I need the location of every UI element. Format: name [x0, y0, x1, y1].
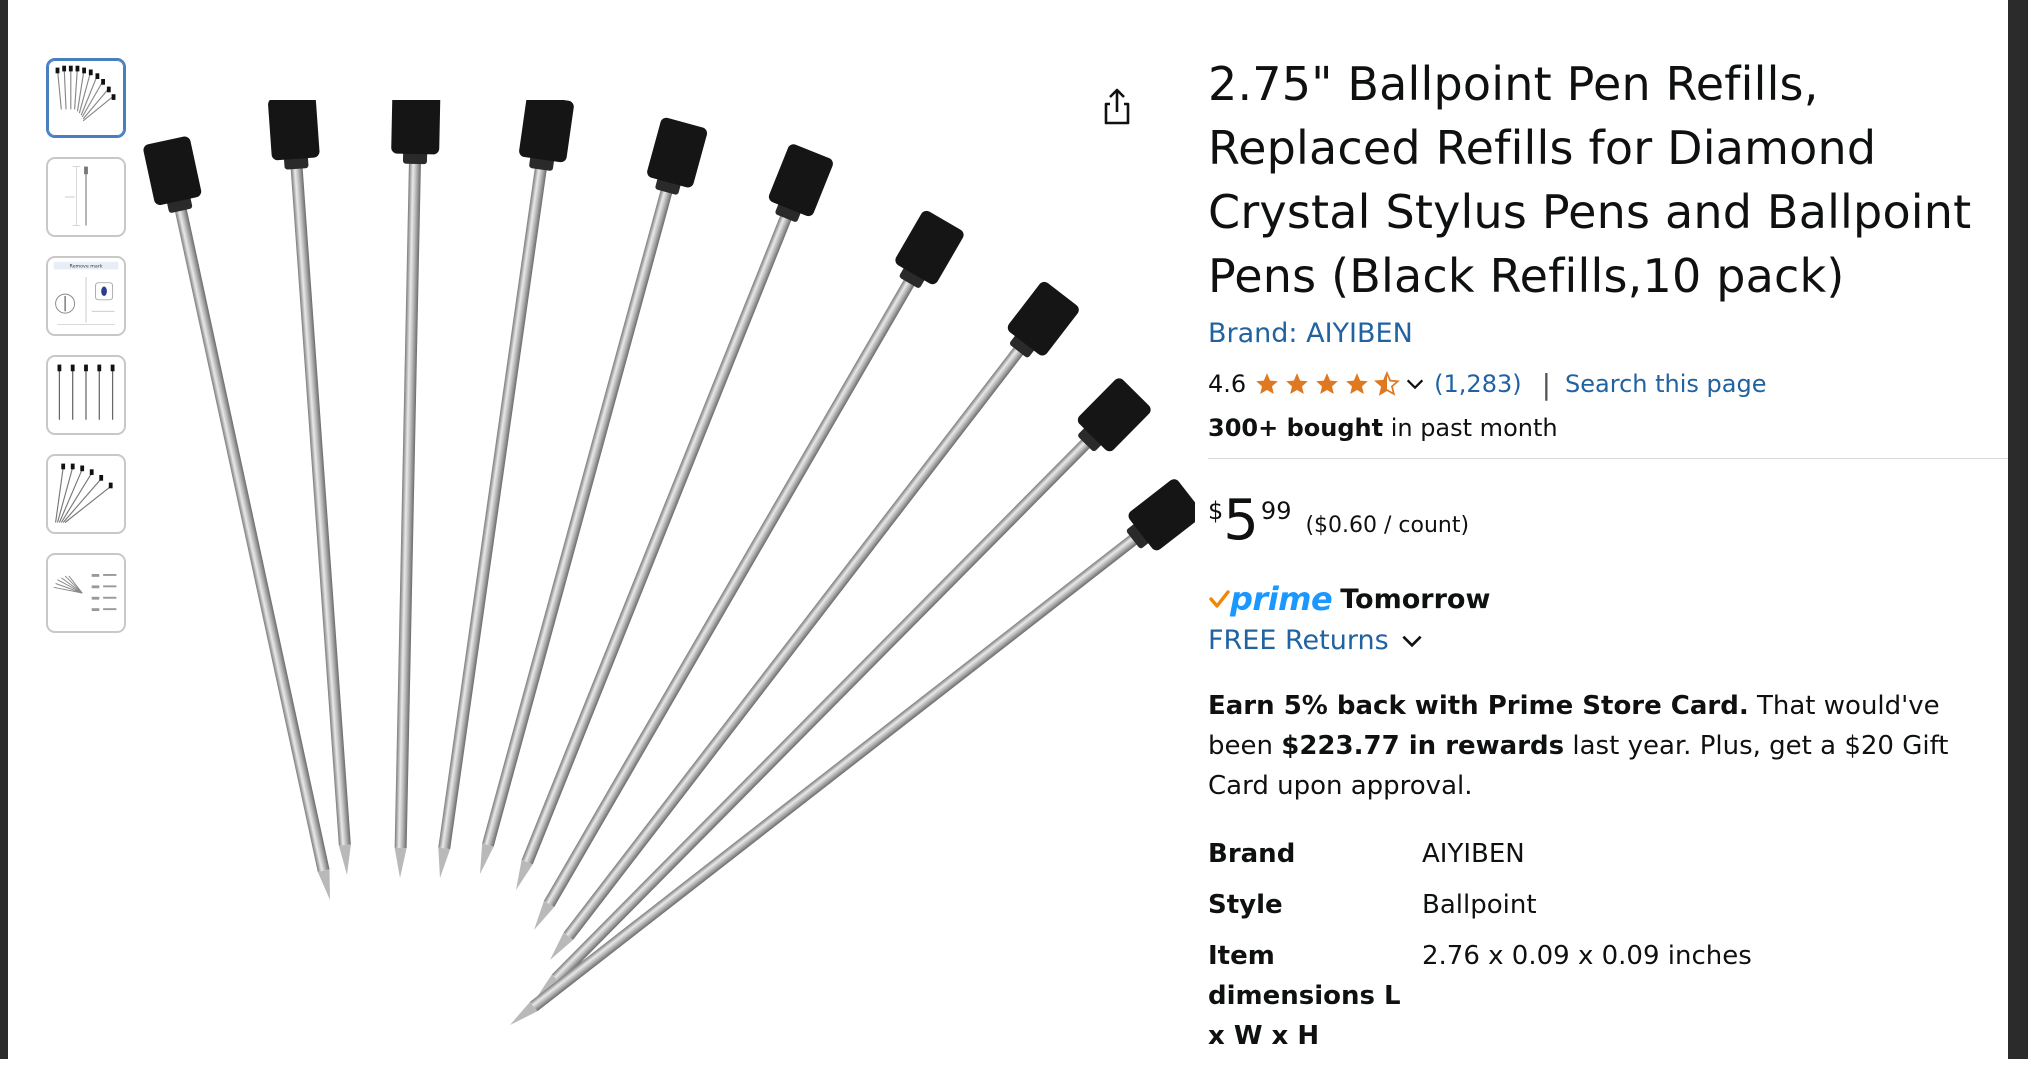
star-icon	[1286, 373, 1309, 394]
thumbnail-fan-image-2	[55, 463, 113, 523]
image-thumbnail-list: Remove mark	[46, 58, 130, 652]
price-fraction: 99	[1260, 497, 1292, 525]
product-main-image[interactable]	[135, 100, 1195, 1045]
refill-tip	[533, 901, 555, 931]
product-specs-table: Brand AIYIBEN Style Ballpoint Item dimen…	[1208, 834, 1752, 1067]
star-icon	[1346, 373, 1369, 394]
window-edge-right	[2008, 0, 2028, 1059]
share-icon	[1104, 88, 1130, 125]
delivery-day: Tomorrow	[1340, 583, 1491, 615]
chevron-down-icon[interactable]	[1404, 373, 1426, 395]
thumbnail-caption: Remove mark	[69, 264, 102, 270]
refill	[510, 479, 1195, 1025]
offer-bold-2: $223.77 in rewards	[1281, 731, 1565, 761]
chevron-down-icon	[1402, 635, 1422, 647]
price-block: $ 5 99 ($0.60 / count)	[1208, 493, 2008, 549]
thumbnail-3[interactable]: Remove mark	[46, 256, 126, 336]
prime-logo: prime	[1230, 580, 1333, 618]
refill-cap	[768, 144, 833, 217]
rating-value: 4.6	[1208, 370, 1247, 398]
refill	[534, 378, 1151, 1001]
refill-cap	[519, 100, 574, 163]
prime-check-icon	[1209, 590, 1230, 608]
refill-tip	[317, 869, 331, 901]
search-this-page-link[interactable]: Search this page	[1565, 370, 1766, 398]
price-per-unit: ($0.60 / count)	[1305, 513, 1470, 538]
refill-tip	[438, 847, 451, 878]
refill-shaft	[563, 338, 1031, 940]
refill-cap	[391, 100, 441, 155]
spec-value: AIYIBEN	[1422, 839, 1525, 869]
star-icon	[1316, 373, 1339, 394]
spec-row: Style Ballpoint	[1208, 885, 1752, 936]
thumbnail-features-image	[53, 574, 117, 612]
refill-cap	[268, 100, 320, 161]
refill-shaft	[394, 151, 422, 849]
thumbnail-4[interactable]	[46, 355, 126, 435]
refill-tip	[394, 847, 407, 878]
thumbnail-5[interactable]	[46, 454, 126, 534]
refill-shaft	[521, 204, 796, 865]
free-returns-label: FREE Returns	[1208, 625, 1389, 656]
thumbnail-1[interactable]	[46, 58, 126, 138]
bought-count: 300+ bought	[1208, 414, 1384, 442]
thumbnail-instruction-image: Remove mark	[53, 261, 119, 325]
spec-row: Brand AIYIBEN	[1208, 834, 1752, 885]
thumbnail-6[interactable]	[46, 553, 126, 633]
star-half-icon	[1374, 371, 1401, 396]
product-title: 2.75" Ballpoint Pen Refills, Replaced Re…	[1208, 57, 1972, 303]
refill-shaft	[438, 156, 549, 850]
spec-key: Item dimensions L x W x H	[1208, 941, 1401, 1051]
refill-group	[143, 100, 1195, 1025]
refill	[515, 144, 833, 891]
refill	[438, 100, 574, 878]
spec-value: Ballpoint	[1422, 890, 1537, 920]
refill	[268, 100, 351, 875]
divider	[1208, 458, 2008, 459]
review-count-link[interactable]: (1,283)	[1434, 370, 1521, 398]
refill-tip	[510, 1001, 538, 1025]
prime-card-offer: Earn 5% back with Prime Store Card. That…	[1208, 686, 1998, 806]
thumbnail-2[interactable]	[46, 157, 126, 237]
spec-key: Style	[1208, 890, 1283, 920]
star-rating[interactable]	[1252, 371, 1402, 397]
refill-cap	[647, 117, 708, 188]
rating-row: 4.6 (1,283) | Search this page	[1208, 367, 2008, 401]
free-returns-link[interactable]: FREE Returns	[1208, 625, 2008, 656]
share-button[interactable]	[1095, 84, 1139, 128]
prime-delivery: prime Tomorrow	[1208, 579, 2008, 619]
star-icon	[1256, 373, 1279, 394]
refill-tip	[338, 844, 351, 875]
refill-cap	[143, 136, 202, 205]
spec-row: Item dimensions L x W x H 2.76 x 0.09 x …	[1208, 936, 1752, 1067]
spec-value: 2.76 x 0.09 x 0.09 inches	[1422, 941, 1752, 971]
spec-key: Brand	[1208, 839, 1296, 869]
separator: |	[1541, 367, 1552, 401]
refill	[391, 100, 441, 878]
thumbnail-dimension-image	[65, 166, 88, 226]
thumbnail-refills-image	[57, 364, 115, 420]
price-symbol: $	[1208, 497, 1224, 525]
offer-bold-1: Earn 5% back with Prime Store Card.	[1208, 691, 1749, 721]
bought-in-past-month: 300+ bought in past month	[1208, 414, 2008, 442]
brand-link[interactable]: Brand: AIYIBEN	[1208, 318, 2008, 349]
thumbnail-fan-image	[55, 65, 116, 122]
price-whole: 5	[1223, 488, 1259, 553]
bought-suffix: in past month	[1383, 414, 1558, 442]
window-edge-left	[0, 0, 8, 1059]
product-details-panel: 2.75" Ballpoint Pen Refills, Replaced Re…	[1208, 52, 2008, 1067]
refill-shaft	[551, 431, 1099, 983]
refill-tip	[515, 859, 533, 891]
refill-tip	[479, 843, 494, 875]
